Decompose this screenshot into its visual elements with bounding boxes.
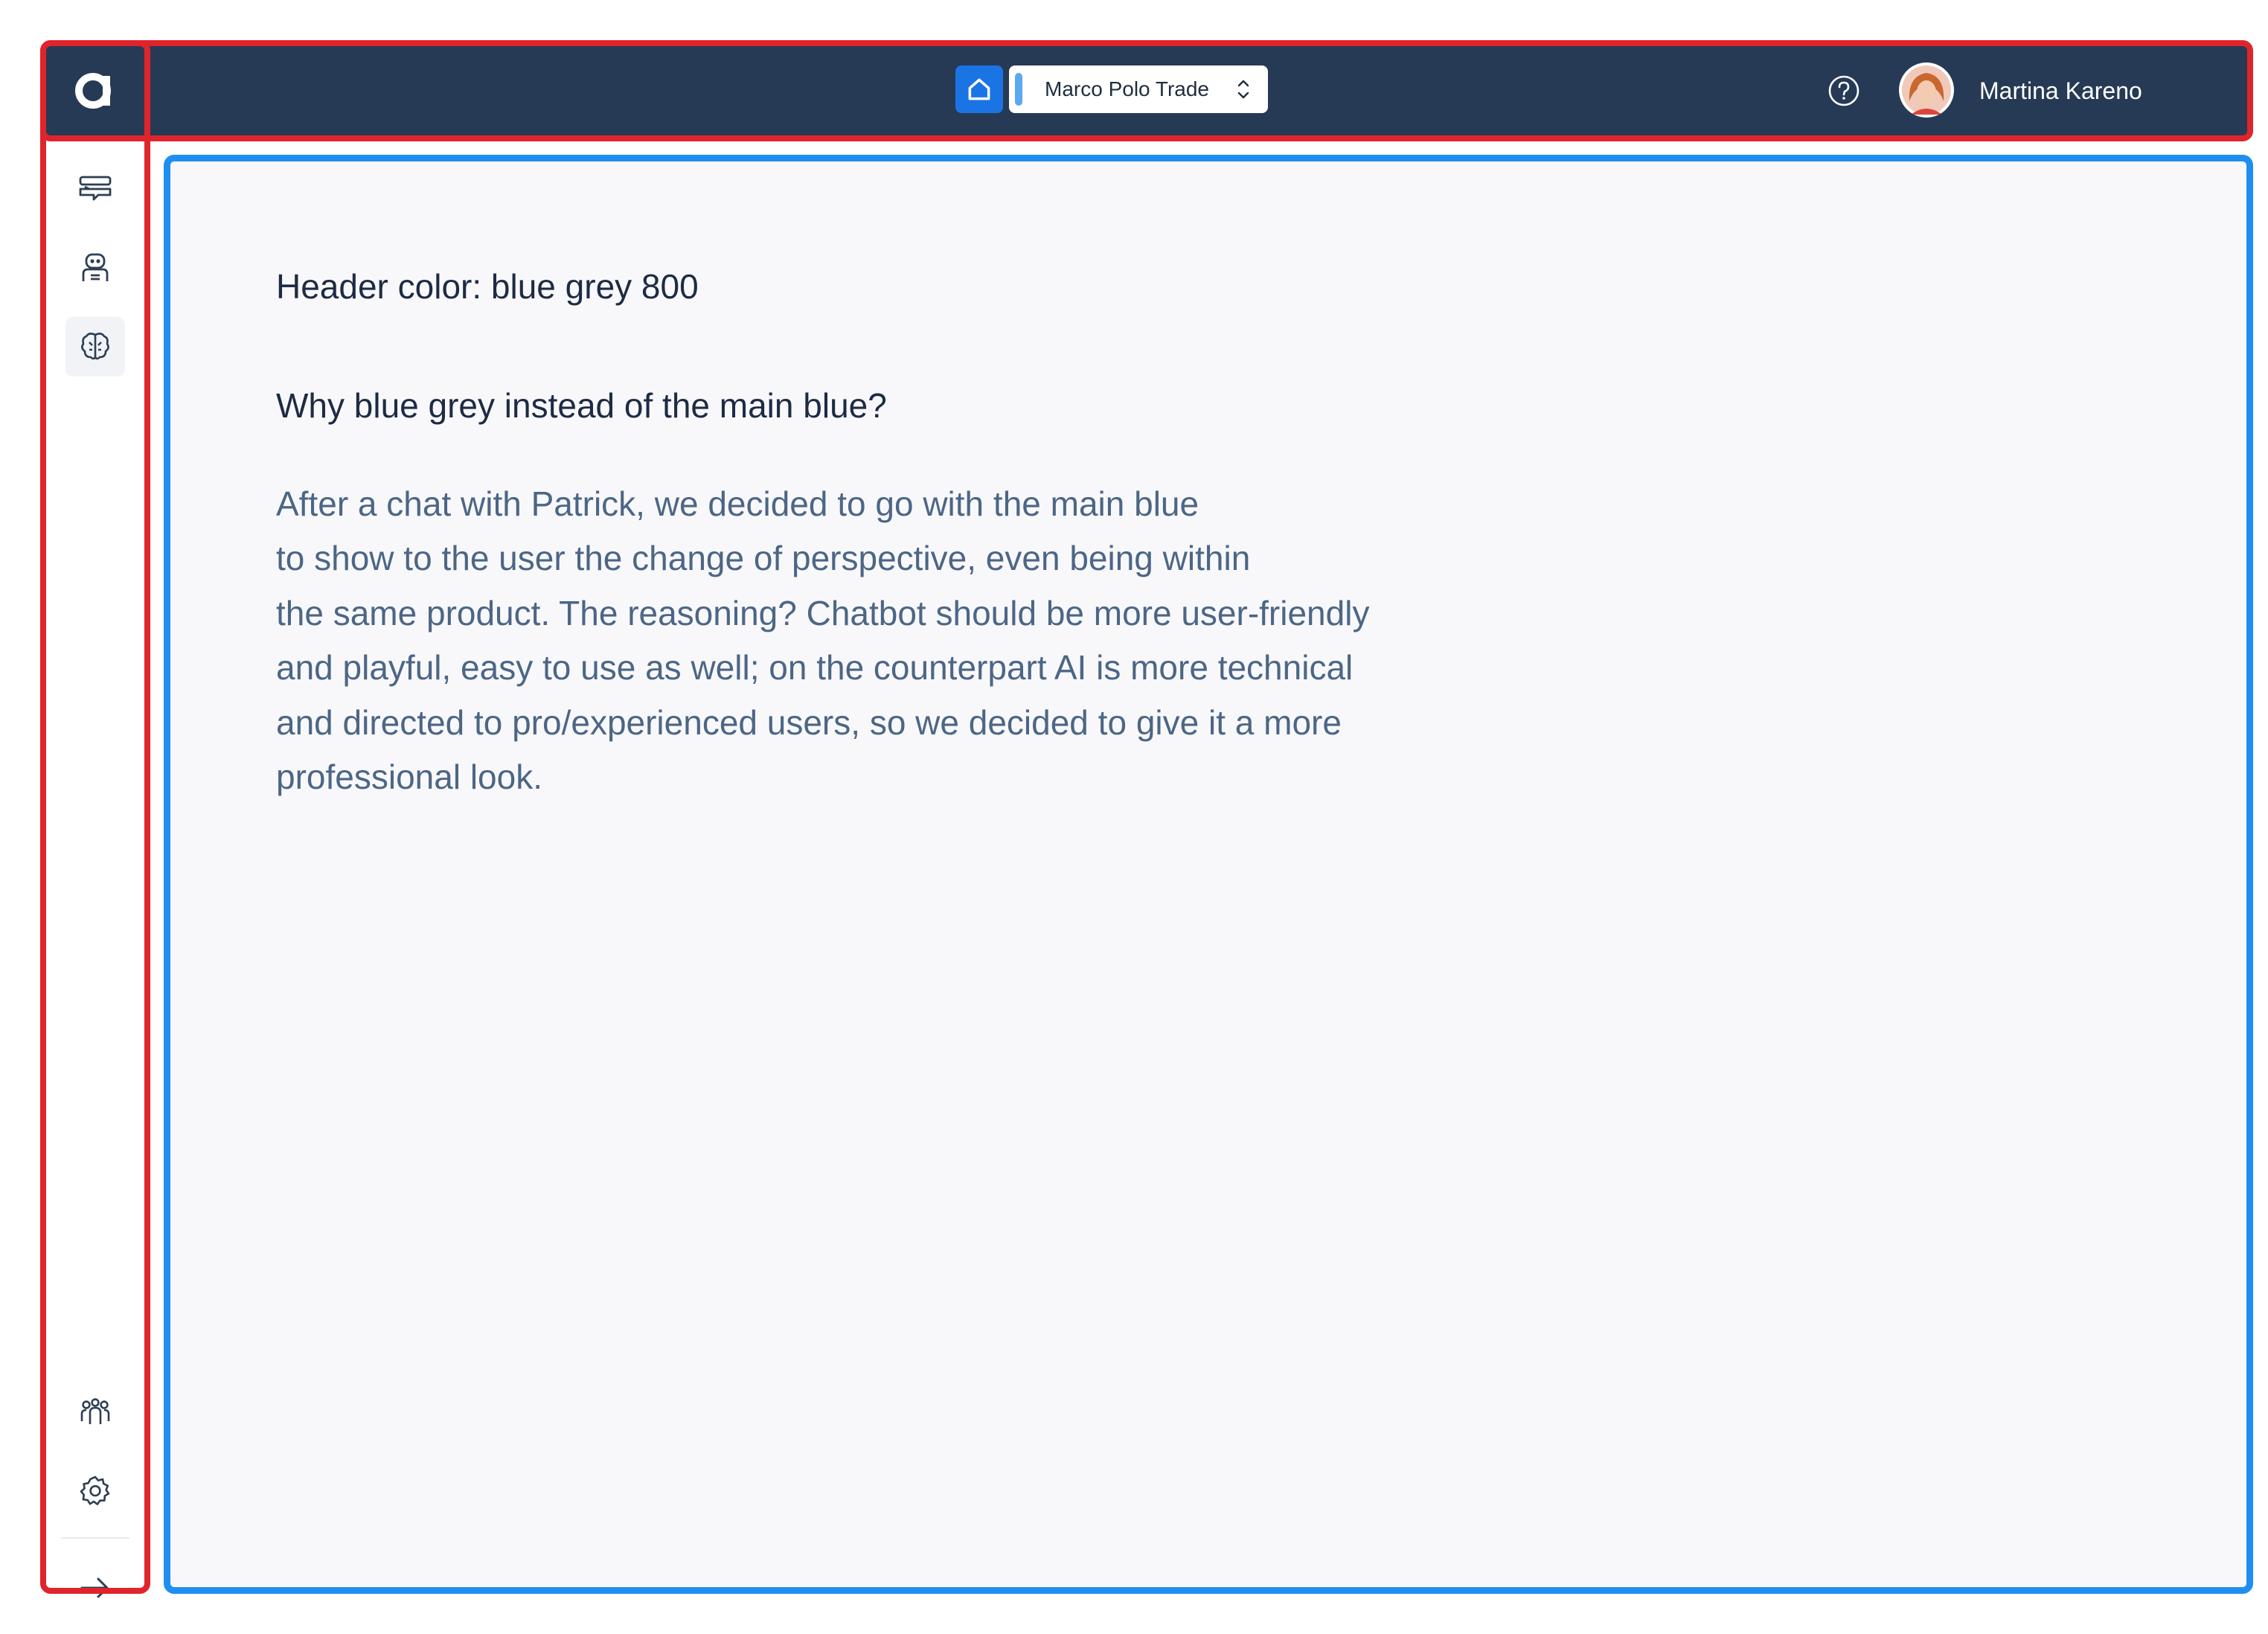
- content-annotation-outline: [164, 155, 2253, 1594]
- header-annotation-outline: [40, 40, 2253, 141]
- sidebar-annotation-outline: [40, 40, 150, 1594]
